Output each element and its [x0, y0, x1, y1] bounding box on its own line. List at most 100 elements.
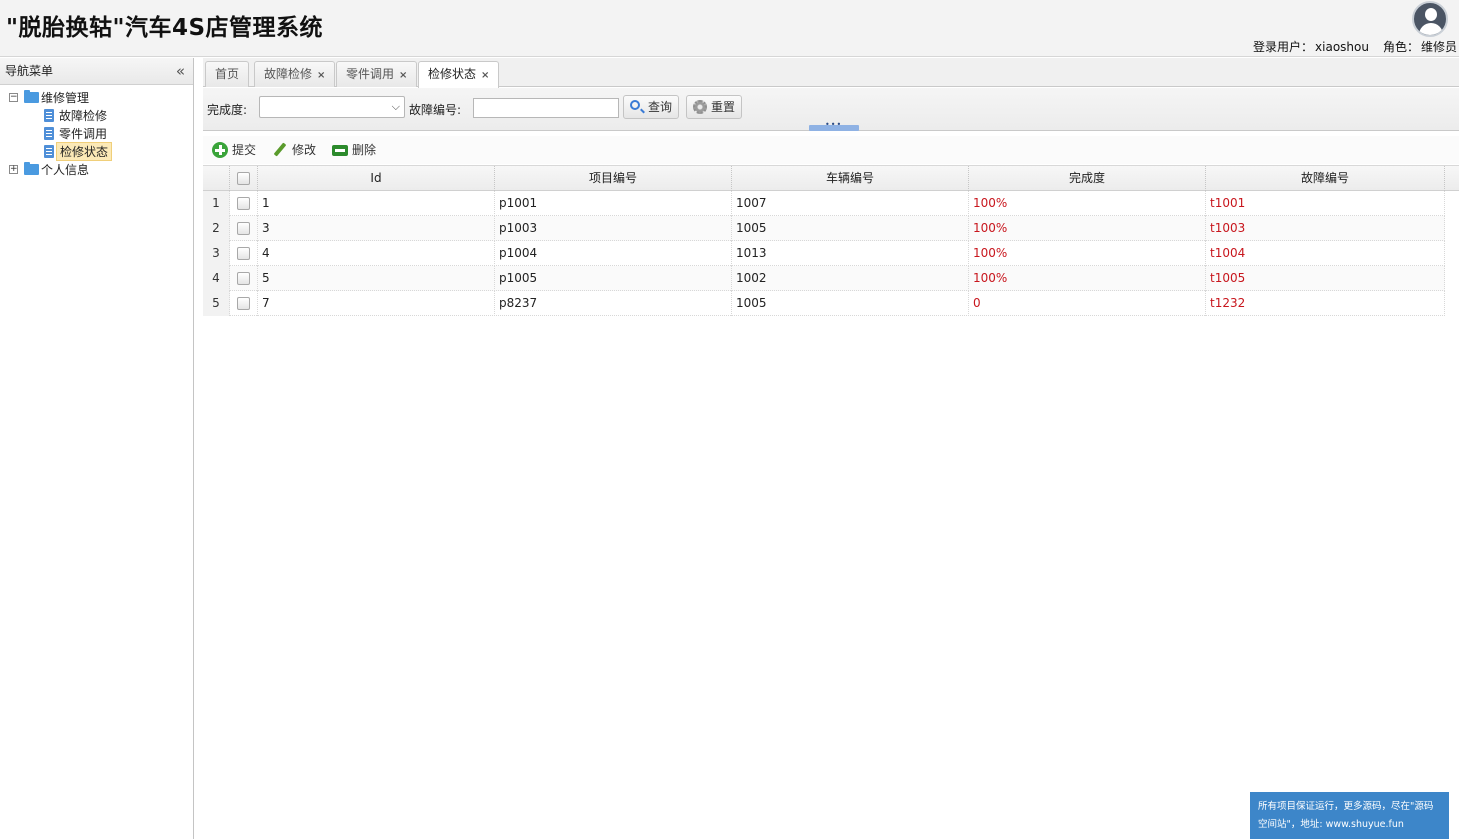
row-number: 2 — [203, 216, 230, 241]
completion-select[interactable]: ⌵ — [259, 96, 405, 118]
user-label: 登录用户： — [1253, 40, 1314, 54]
grid-header: Id 项目编号 车辆编号 完成度 故障编号 — [203, 166, 1459, 191]
row-number: 3 — [203, 241, 230, 266]
tree-group-label: 维修管理 — [41, 91, 90, 105]
cell-project-number: p8237 — [495, 291, 732, 316]
nav-tree: − 维修管理 故障检修 零件调用 检修状态 + 个人信息 — [0, 85, 193, 179]
row-number: 5 — [203, 291, 230, 316]
file-icon — [44, 145, 54, 158]
tab-home[interactable]: 首页 — [205, 61, 250, 87]
row-select — [230, 216, 258, 241]
tree-group-personal-info[interactable]: + 个人信息 — [0, 161, 193, 179]
cell-completion: 100% — [969, 266, 1206, 291]
cell-vehicle-number: 1005 — [732, 291, 969, 316]
tab-parts-dispatch[interactable]: 零件调用 × — [336, 61, 418, 88]
table-row[interactable]: 2 3 p1003 1005 100% t1003 — [203, 216, 1445, 241]
search-panel: 完成度: ⌵ 故障编号: 查询 重置 — [203, 88, 1459, 131]
fault-number-input[interactable] — [473, 98, 619, 118]
row-checkbox[interactable] — [237, 297, 250, 310]
pencil-icon — [272, 142, 288, 158]
tab-bar: 首页 故障检修 × 零件调用 × 检修状态 × — [203, 58, 1459, 88]
expand-toggle-icon[interactable]: + — [9, 165, 18, 174]
cell-vehicle-number: 1005 — [732, 216, 969, 241]
file-icon — [44, 109, 54, 122]
row-checkbox[interactable] — [237, 247, 250, 260]
column-header-completion[interactable]: 完成度 — [969, 166, 1206, 191]
select-all-checkbox[interactable] — [237, 172, 250, 185]
gear-icon — [693, 100, 707, 114]
select-all-header — [230, 166, 258, 191]
table-row[interactable]: 1 1 p1001 1007 100% t1001 — [203, 191, 1445, 216]
table-row[interactable]: 3 4 p1004 1013 100% t1004 — [203, 241, 1445, 266]
row-number: 4 — [203, 266, 230, 291]
query-button-label: 查询 — [648, 100, 673, 114]
table-row[interactable]: 4 5 p1005 1002 100% t1005 — [203, 266, 1445, 291]
column-header-vehicle-number[interactable]: 车辆编号 — [732, 166, 969, 191]
sidebar-title: 导航菜单 — [5, 64, 54, 78]
close-icon[interactable]: × — [317, 64, 325, 88]
cell-project-number: p1003 — [495, 216, 732, 241]
edit-label: 修改 — [292, 143, 317, 157]
tree-group-maintenance[interactable]: − 维修管理 — [0, 89, 193, 107]
tab-fault-repair[interactable]: 故障检修 × — [254, 61, 336, 88]
column-header-fault-number[interactable]: 故障编号 — [1206, 166, 1445, 191]
source-notice: 所有项目保证运行，更多源码，尽在"源码 空间站"，地址: www.shuyue.… — [1250, 792, 1449, 839]
column-header-id[interactable]: Id — [258, 166, 495, 191]
role-label: 角色： — [1382, 40, 1419, 54]
sidebar-header: 导航菜单 « — [0, 58, 193, 85]
tab-label: 首页 — [215, 67, 240, 81]
tree-item-fault-repair[interactable]: 故障检修 — [0, 107, 193, 125]
tab-repair-status[interactable]: 检修状态 × — [418, 61, 500, 88]
cell-fault-number: t1001 — [1206, 191, 1445, 216]
tree-item-label: 检修状态 — [56, 142, 113, 161]
submit-button[interactable]: 提交 — [212, 141, 256, 159]
collapse-toggle-icon[interactable]: − — [9, 93, 18, 102]
row-checkbox[interactable] — [237, 222, 250, 235]
tab-label: 零件调用 — [346, 67, 395, 81]
tree-item-repair-status[interactable]: 检修状态 — [0, 142, 193, 161]
role-name: 维修员 — [1420, 40, 1457, 54]
notice-line-2: 空间站"，地址: www.shuyue.fun — [1258, 819, 1404, 830]
row-select — [230, 191, 258, 216]
cell-id: 1 — [258, 191, 495, 216]
cell-completion: 0 — [969, 291, 1206, 316]
remove-icon — [332, 145, 348, 156]
collapse-double-chevron-icon[interactable]: « — [176, 58, 185, 85]
notice-line-1: 所有项目保证运行，更多源码，尽在"源码 — [1258, 801, 1434, 812]
folder-open-icon — [24, 90, 39, 103]
edit-button[interactable]: 修改 — [272, 141, 316, 159]
query-button[interactable]: 查询 — [623, 95, 680, 119]
row-checkbox[interactable] — [237, 197, 250, 210]
completion-label: 完成度: — [207, 103, 248, 117]
cell-id: 4 — [258, 241, 495, 266]
panel-split-handle[interactable] — [809, 120, 859, 131]
cell-fault-number: t1005 — [1206, 266, 1445, 291]
row-select — [230, 291, 258, 316]
close-icon[interactable]: × — [481, 64, 489, 88]
cell-project-number: p1005 — [495, 266, 732, 291]
cell-fault-number: t1003 — [1206, 216, 1445, 241]
reset-button[interactable]: 重置 — [686, 95, 743, 119]
cell-vehicle-number: 1013 — [732, 241, 969, 266]
column-header-project-number[interactable]: 项目编号 — [495, 166, 732, 191]
sidebar: 导航菜单 « − 维修管理 故障检修 零件调用 检修状态 + 个人信息 — [0, 58, 194, 839]
fault-number-label: 故障编号: — [409, 103, 462, 117]
user-avatar-icon[interactable] — [1412, 1, 1448, 37]
tree-item-label: 零件调用 — [59, 127, 108, 141]
tab-label: 检修状态 — [428, 67, 477, 81]
app-header: "脱胎换轱"汽车4S店管理系统 登录用户： xiaoshou 角色： 维修员 — [0, 0, 1459, 57]
tree-item-parts-dispatch[interactable]: 零件调用 — [0, 125, 193, 143]
submit-label: 提交 — [232, 143, 257, 157]
cell-fault-number: t1232 — [1206, 291, 1445, 316]
table-row[interactable]: 5 7 p8237 1005 0 t1232 — [203, 291, 1445, 316]
folder-icon — [24, 162, 39, 175]
delete-button[interactable]: 删除 — [332, 141, 376, 159]
user-name: xiaoshou — [1315, 40, 1369, 54]
reset-button-label: 重置 — [711, 100, 736, 114]
row-checkbox[interactable] — [237, 272, 250, 285]
row-number: 1 — [203, 191, 230, 216]
grid-toolbar: 提交 修改 删除 — [203, 136, 1459, 164]
close-icon[interactable]: × — [399, 64, 407, 88]
cell-vehicle-number: 1007 — [732, 191, 969, 216]
add-icon — [212, 142, 228, 158]
